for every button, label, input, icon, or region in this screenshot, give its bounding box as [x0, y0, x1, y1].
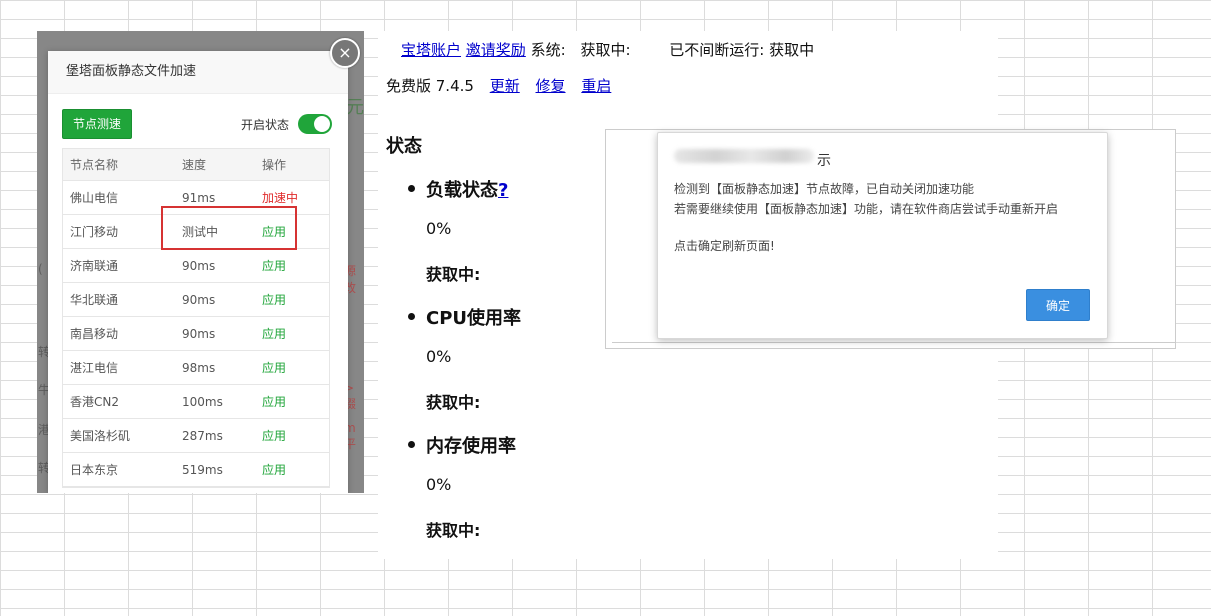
node-name: 香港CN2 — [62, 384, 174, 419]
node-name: 江门移动 — [62, 214, 174, 249]
alert-message-line: 点击确定刷新页面! — [674, 239, 775, 253]
load-help-link[interactable]: ? — [498, 180, 508, 201]
account-link[interactable]: 宝塔账户 — [401, 41, 461, 59]
version-text: 免费版 7.4.5 — [386, 77, 474, 95]
uptime-value: 获取中 — [769, 41, 815, 59]
table-row: 佛山电信 91ms 加速中 — [62, 180, 330, 215]
repair-link[interactable]: 修复 — [536, 77, 566, 95]
version-line: 免费版 7.4.5 更新 修复 重启 — [386, 75, 611, 96]
node-speed: 519ms — [174, 452, 254, 487]
apply-node-link[interactable]: 应用 — [262, 327, 286, 341]
accelerating-status[interactable]: 加速中 — [262, 191, 298, 205]
node-speed-test-button[interactable]: 节点测速 — [62, 109, 132, 139]
close-icon[interactable]: × — [330, 38, 360, 68]
apply-node-link[interactable]: 应用 — [262, 361, 286, 375]
enable-status-label: 开启状态 — [241, 118, 290, 132]
node-speed: 287ms — [174, 418, 254, 453]
update-link[interactable]: 更新 — [490, 77, 520, 95]
node-speed: 90ms — [174, 282, 254, 317]
node-speed: 91ms — [174, 180, 254, 215]
column-header-node-name: 节点名称 — [62, 148, 174, 181]
node-name: 湛江电信 — [62, 350, 174, 385]
alert-title: 示 — [817, 153, 831, 169]
memory-value: 0% — [426, 475, 452, 494]
invite-reward-link[interactable]: 邀请奖励 — [466, 41, 526, 59]
node-speed: 90ms — [174, 316, 254, 351]
column-header-action: 操作 — [254, 148, 330, 181]
column-header-speed: 速度 — [174, 148, 254, 181]
load-status-label: 负载状态 — [426, 180, 498, 201]
load-status-item: 负载状态? — [407, 176, 508, 202]
toggle-knob — [314, 116, 330, 132]
node-name: 济南联通 — [62, 248, 174, 283]
node-speed: 100ms — [174, 384, 254, 419]
memory-fetching: 获取中: — [426, 521, 481, 540]
load-value: 0% — [426, 219, 452, 238]
account-line: 宝塔账户 邀请奖励 系统: 获取中: 已不间断运行: 获取中 — [401, 39, 814, 60]
restart-link[interactable]: 重启 — [581, 77, 611, 95]
cpu-value: 0% — [426, 347, 452, 366]
load-fetching: 获取中: — [426, 265, 481, 284]
background-text: 元 — [346, 97, 364, 118]
apply-node-link[interactable]: 应用 — [262, 293, 286, 307]
table-row: 日本东京 519ms 应用 — [62, 452, 330, 487]
apply-node-link[interactable]: 应用 — [262, 259, 286, 273]
table-row: 香港CN2 100ms 应用 — [62, 384, 330, 419]
cpu-fetching: 获取中: — [426, 393, 481, 412]
system-label: 系统: — [530, 41, 566, 59]
status-section-title: 状态 — [386, 136, 422, 157]
apply-node-link[interactable]: 应用 — [262, 395, 286, 409]
dialog-toolbar: 节点测速 开启状态 — [48, 94, 348, 144]
cpu-usage-label: CPU使用率 — [426, 308, 522, 329]
panel-screenshot: 元 ( 源改 转 牛 > 缀 港 m平 转 堡塔面板静态文件加速 节点测速 开启… — [37, 31, 364, 493]
node-table: 节点名称 速度 操作 佛山电信 91ms 加速中 江门移动 测试中 应用 济南联… — [62, 148, 330, 487]
table-row: 湛江电信 98ms 应用 — [62, 350, 330, 385]
alert-message-line: 检测到【面板静态加速】节点故障，已自动关闭加速功能 — [674, 182, 975, 196]
node-name: 南昌移动 — [62, 316, 174, 351]
confirm-button[interactable]: 确定 — [1026, 289, 1090, 321]
node-name: 华北联通 — [62, 282, 174, 317]
node-speed: 测试中 — [174, 214, 254, 249]
node-speed: 90ms — [174, 248, 254, 283]
enable-toggle[interactable] — [298, 114, 332, 134]
memory-usage-label: 内存使用率 — [426, 436, 516, 457]
table-row: 江门移动 测试中 应用 — [62, 214, 330, 249]
node-speed: 98ms — [174, 350, 254, 385]
table-row: 美国洛杉矶 287ms 应用 — [62, 418, 330, 453]
node-name: 佛山电信 — [62, 180, 174, 215]
static-acceleration-dialog: 堡塔面板静态文件加速 节点测速 开启状态 节点名称 速度 操作 佛山电信 91m… — [48, 51, 348, 493]
apply-node-link[interactable]: 应用 — [262, 225, 286, 239]
alert-message-line: 若需要继续使用【面板静态加速】功能，请在软件商店尝试手动重新开启 — [674, 202, 1059, 216]
cpu-usage-item: CPU使用率 — [407, 304, 522, 330]
table-row: 济南联通 90ms 应用 — [62, 248, 330, 283]
table-header-row: 节点名称 速度 操作 — [62, 148, 330, 181]
node-name: 日本东京 — [62, 452, 174, 487]
system-value: 获取中: — [580, 41, 631, 59]
memory-usage-item: 内存使用率 — [408, 432, 516, 458]
table-row: 南昌移动 90ms 应用 — [62, 316, 330, 351]
apply-node-link[interactable]: 应用 — [262, 429, 286, 443]
uptime-label: 已不间断运行: — [669, 41, 765, 59]
dialog-title: 堡塔面板静态文件加速 — [48, 51, 348, 94]
frame-divider — [612, 342, 1175, 343]
blurred-title-text — [674, 149, 814, 163]
node-name: 美国洛杉矶 — [62, 418, 174, 453]
table-row: 华北联通 90ms 应用 — [62, 282, 330, 317]
apply-node-link[interactable]: 应用 — [262, 463, 286, 477]
alert-dialog: 示 检测到【面板静态加速】节点故障，已自动关闭加速功能 若需要继续使用【面板静态… — [657, 132, 1108, 339]
background-text: ( — [38, 262, 43, 276]
